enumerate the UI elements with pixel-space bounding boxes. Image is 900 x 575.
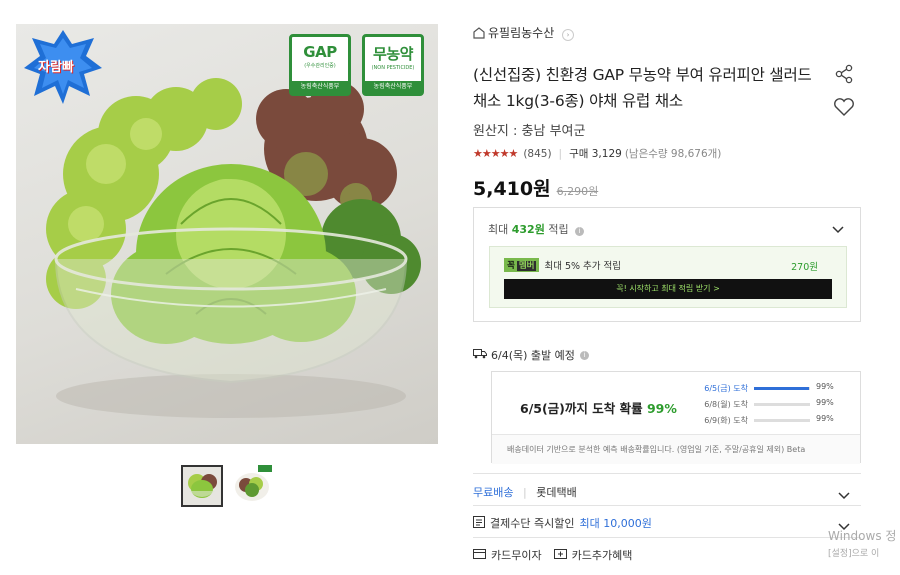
arrival-date-label: 6/9(화) 도착 bbox=[704, 416, 748, 425]
max-points[interactable]: 최대 432원 적립 i bbox=[488, 221, 585, 237]
arrival-date-row: 6/9(화) 도착 bbox=[696, 415, 810, 426]
thumbnail-2[interactable] bbox=[232, 465, 274, 507]
chevron-down-icon[interactable] bbox=[838, 486, 850, 500]
arrival-date-label: 6/8(월) 도착 bbox=[704, 400, 748, 409]
sale-price: 5,410원 bbox=[473, 178, 551, 200]
points-amount: 432원 bbox=[511, 223, 545, 236]
probability-percent: 99% bbox=[816, 414, 834, 423]
product-main-image: 자람빠 GAP (우수관리인증) 농림축산식품부 무농약 (NON PESTIC… bbox=[16, 24, 438, 444]
divider bbox=[473, 537, 861, 538]
windows-activation-watermark-sub: [설정]으로 이 bbox=[828, 549, 880, 559]
purchase-count: 구매 3,129 bbox=[569, 148, 622, 160]
departure-text: 6/4(목) 출발 예정 bbox=[491, 349, 575, 362]
arrival-date-row: 6/8(월) 도착 bbox=[696, 399, 810, 410]
payment-discount-row: 결제수단 즉시할인 최대 10,000원 bbox=[473, 515, 652, 531]
divider bbox=[473, 473, 861, 474]
windows-activation-watermark: Windows 정 bbox=[828, 529, 897, 543]
arrival-probability: 6/5(금)까지 도착 확률 99% bbox=[520, 401, 677, 416]
prediction-footnote: 배송데이터 기반으로 분석한 예측 배송확률입니다. (영업일 기준, 주말/공… bbox=[492, 434, 860, 464]
interest-free-button[interactable]: 카드무이자 bbox=[491, 547, 542, 563]
carrier-label: 롯데택배 bbox=[536, 486, 577, 499]
stock-remaining: (남은수량 98,676개) bbox=[624, 148, 722, 160]
store-name: 유필림농수산 bbox=[488, 26, 555, 40]
probability-track bbox=[754, 403, 810, 406]
review-count[interactable]: (845) bbox=[523, 148, 551, 160]
share-icon[interactable] bbox=[834, 64, 854, 88]
truck-icon bbox=[473, 348, 487, 362]
divider bbox=[473, 505, 861, 506]
info-icon[interactable]: i bbox=[575, 227, 585, 236]
salad-thumb-icon bbox=[235, 465, 272, 501]
points-box: 최대 432원 적립 i 꼭 멤버 최대 5% 추가 적립 270원 꼭! 시작하… bbox=[473, 207, 861, 322]
card-plus-icon bbox=[553, 548, 567, 562]
origin-text: 원산지 : 충남 부여군 bbox=[473, 124, 586, 139]
price-row: 5,410원 6,290원 bbox=[473, 174, 598, 201]
probability-track bbox=[754, 419, 810, 422]
probability-percent: 99% bbox=[816, 382, 834, 391]
chevron-down-icon[interactable] bbox=[832, 220, 844, 239]
arrival-date-row: 6/5(금) 도착 bbox=[696, 383, 810, 394]
membership-panel: 꼭 멤버 최대 5% 추가 적립 270원 꼭! 시작하고 최대 적립 받기 > bbox=[489, 246, 847, 308]
promo-badge: 자람빠 bbox=[24, 30, 102, 104]
gap-cert-badge: GAP (우수관리인증) 농림축산식품부 bbox=[289, 34, 351, 96]
membership-badge: 꼭 멤버 bbox=[504, 258, 540, 272]
product-title: (신선집중) 친환경 GAP 무농약 부여 유러피안 샐러드 채소 1kg(3-… bbox=[473, 66, 812, 110]
info-icon[interactable]: i bbox=[579, 350, 589, 360]
no-pesticide-cert-badge: 무농약 (NON PESTICIDE) 농림축산식품부 bbox=[362, 34, 424, 96]
delivery-probability-box: 6/5(금)까지 도착 확률 99% 6/5(금) 도착 99% 6/8(월) 도착… bbox=[491, 371, 861, 464]
store-link[interactable]: 유필림농수산 › bbox=[473, 24, 575, 42]
shipping-departure: 6/4(목) 출발 예정 i bbox=[473, 347, 589, 363]
payment-amount: 최대 10,000원 bbox=[579, 517, 652, 530]
star-rating-icon: ★★★★★ bbox=[473, 147, 518, 160]
membership-cta-button[interactable]: 꼭! 시작하고 최대 적립 받기 > bbox=[504, 279, 832, 299]
chevron-right-icon: › bbox=[562, 29, 575, 41]
probability-fill bbox=[754, 387, 810, 390]
probability-percent: 99% bbox=[816, 398, 834, 407]
delivery-row: 무료배송 | 롯데택배 bbox=[473, 486, 577, 499]
probability-track bbox=[754, 387, 810, 390]
rating-row: ★★★★★ (845) | 구매 3,129 (남은수량 98,676개) bbox=[473, 147, 722, 160]
card-extra-benefit-button[interactable]: 카드추가혜택 bbox=[572, 547, 633, 563]
membership-amount: 270원 bbox=[791, 262, 818, 273]
receipt-icon bbox=[473, 515, 485, 531]
salad-thumb-icon bbox=[183, 467, 221, 505]
heart-icon[interactable] bbox=[833, 97, 855, 121]
thumbnail-1[interactable] bbox=[181, 465, 223, 507]
original-price: 6,290원 bbox=[556, 185, 599, 198]
store-icon bbox=[473, 27, 485, 42]
arrival-date-label: 6/5(금) 도착 bbox=[704, 384, 748, 393]
free-shipping-label: 무료배송 bbox=[473, 486, 514, 499]
card-benefits-row: 카드무이자 카드추가혜택 bbox=[473, 547, 632, 563]
payment-label: 결제수단 즉시할인 bbox=[490, 517, 575, 530]
membership-text: 최대 5% 추가 적립 bbox=[544, 261, 622, 272]
card-icon bbox=[473, 548, 486, 562]
